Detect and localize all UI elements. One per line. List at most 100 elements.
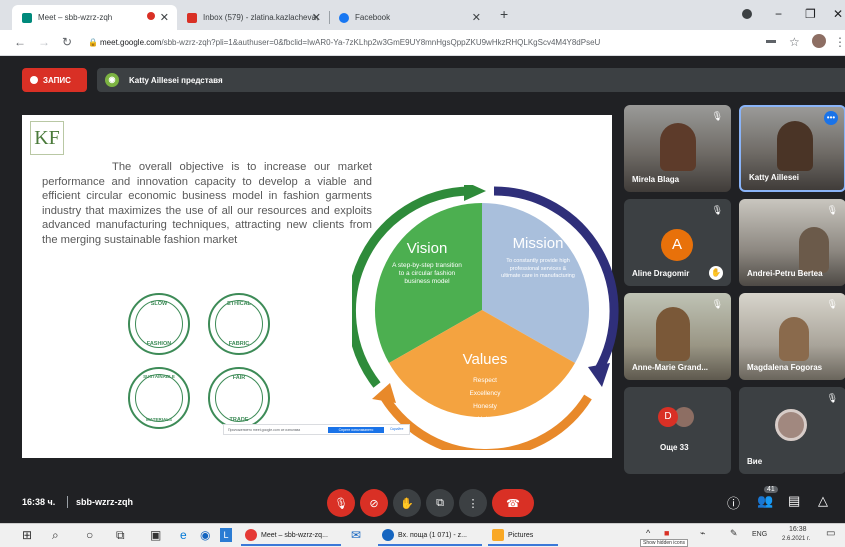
vision-arrowhead bbox=[464, 185, 486, 201]
tab-label: Facebook bbox=[355, 13, 391, 22]
mission-arrowhead bbox=[588, 363, 610, 387]
participant-count-badge: 41 bbox=[764, 486, 778, 493]
presenter-text: Katty Aillesei представя bbox=[129, 75, 223, 85]
tray-app-icon[interactable]: ■ bbox=[664, 528, 669, 538]
network-icon[interactable]: ⌁ bbox=[700, 528, 705, 539]
stop-sharing-button[interactable]: Спрете използването bbox=[328, 427, 384, 433]
tab-facebook[interactable]: Facebook ✕ bbox=[329, 5, 489, 30]
badge-bottom-label: FASHION bbox=[146, 341, 172, 347]
vision-title: Vision bbox=[406, 240, 448, 257]
chat-icon[interactable]: ▤ bbox=[788, 493, 800, 509]
taskbar-app-label: Meet – sbb-wzrz-zq... bbox=[261, 531, 328, 539]
maximize-icon[interactable]: ❐ bbox=[805, 7, 816, 21]
back-icon[interactable]: ← bbox=[14, 35, 26, 49]
recording-button[interactable]: ЗАПИС bbox=[22, 68, 87, 92]
tab-meet[interactable]: Meet – sbb-wzrz-zqh ✕ bbox=[12, 5, 177, 30]
hands-icon bbox=[215, 374, 263, 422]
taskbar-app-mail[interactable]: Вх. поща (1 071) - z... bbox=[378, 526, 482, 546]
taskbar-app-meet[interactable]: Meet – sbb-wzrz-zq... bbox=[241, 526, 341, 546]
leave-call-button[interactable]: ☎ bbox=[492, 489, 534, 517]
reload-icon[interactable]: ↻ bbox=[62, 35, 72, 49]
new-tab-button[interactable]: + bbox=[500, 6, 508, 22]
record-label: ЗАПИС bbox=[43, 75, 71, 85]
hide-notice-link[interactable]: Скрийте bbox=[390, 427, 403, 431]
tab-label: Meet – sbb-wzrz-zqh bbox=[38, 13, 113, 22]
search-icon[interactable]: ⌕ bbox=[52, 528, 59, 543]
self-tile[interactable]: 🎙 Вие bbox=[739, 387, 845, 474]
participant-tile[interactable]: 🎙 Magdalena Fogoras bbox=[739, 293, 845, 380]
tab-inbox[interactable]: Inbox (579) - zlatina.kazlacheva@ ✕ bbox=[177, 5, 330, 30]
language-indicator[interactable]: ENG bbox=[752, 531, 767, 538]
info-icon[interactable]: ⓘ bbox=[727, 493, 740, 512]
more-participants-tile[interactable]: D Още 33 bbox=[624, 387, 731, 474]
menu-icon[interactable]: ⋮ bbox=[834, 35, 845, 49]
forward-icon[interactable]: → bbox=[38, 35, 50, 49]
slide-body-text: The overall objective is to increase our… bbox=[42, 161, 372, 246]
more-participants-label: Още 33 bbox=[660, 443, 689, 452]
participant-tile-speaking[interactable]: ••• Katty Aillesei bbox=[739, 105, 845, 192]
divider bbox=[67, 496, 68, 508]
participant-name: Вие bbox=[747, 457, 763, 466]
badge-top-label: FAIR bbox=[232, 375, 246, 381]
edge-icon[interactable]: e bbox=[180, 528, 187, 542]
start-icon[interactable]: ⊞ bbox=[22, 528, 32, 542]
values-item: Unity bbox=[477, 416, 493, 423]
notifications-icon[interactable]: ▭ bbox=[826, 528, 835, 539]
badge-bottom-label: TRADE bbox=[229, 417, 249, 423]
close-window-icon[interactable]: ✕ bbox=[833, 7, 843, 21]
chrome-icon bbox=[245, 529, 257, 541]
participant-name: Anne-Marie Grand... bbox=[632, 363, 709, 372]
record-dot-icon bbox=[30, 76, 38, 84]
camera-app-icon[interactable]: ▣ bbox=[150, 528, 161, 542]
close-tab-icon[interactable]: ✕ bbox=[160, 11, 169, 24]
mail-icon[interactable]: ✉ bbox=[351, 528, 361, 542]
badge-bottom-label: MATERIALS bbox=[146, 417, 172, 422]
mic-toggle-button[interactable]: 🎙 bbox=[327, 489, 355, 517]
close-tab-icon[interactable]: ✕ bbox=[312, 11, 321, 24]
participant-tile[interactable]: 🎙 Andrei-Petru Bertea bbox=[739, 199, 845, 286]
participant-name: Mirela Blaga bbox=[632, 175, 680, 184]
camera-permission-icon[interactable]: ▬ bbox=[766, 35, 776, 46]
meet-window: ЗАПИС ◉ Katty Aillesei представя KF The … bbox=[0, 56, 845, 523]
pen-icon[interactable]: ✎ bbox=[730, 528, 738, 539]
clock-date[interactable]: 2.6.2021 г. bbox=[782, 536, 810, 542]
badge-top-label: SLOW bbox=[150, 301, 168, 307]
close-tab-icon[interactable]: ✕ bbox=[472, 11, 481, 24]
sustainable-materials-badge: SUSTAINABLE MATERIALS bbox=[128, 367, 190, 429]
tray-tooltip: Show hidden icons bbox=[640, 539, 688, 547]
badge-top-label: SUSTAINABLE bbox=[143, 374, 175, 379]
participant-tile[interactable]: 🎙 Mirela Blaga bbox=[624, 105, 731, 192]
account-avatar[interactable] bbox=[812, 34, 826, 48]
bookmark-star-icon[interactable]: ☆ bbox=[789, 35, 800, 49]
taskbar-app-label: Pictures bbox=[508, 531, 534, 539]
more-options-button[interactable]: ⋮ bbox=[459, 489, 487, 517]
show-hidden-icons[interactable]: ^ bbox=[646, 528, 650, 538]
chrome-icon[interactable]: ◉ bbox=[200, 528, 210, 542]
url-field[interactable]: 🔒 meet.google.com/sbb-wzrz-zqh?pli=1&aut… bbox=[86, 33, 746, 53]
participant-video bbox=[656, 307, 690, 361]
present-screen-icon: ⧉ bbox=[436, 496, 444, 509]
lync-icon[interactable]: L bbox=[220, 528, 232, 542]
facebook-icon bbox=[339, 12, 349, 23]
profile-icon[interactable] bbox=[742, 9, 752, 19]
windows-taskbar: ⊞ ⌕ ○ ⧉ ▣ e ◉ L Meet – sbb-wzrz-zq... ✉ … bbox=[0, 523, 845, 547]
people-icon[interactable]: 👥 bbox=[757, 493, 773, 509]
present-button[interactable]: ⧉ bbox=[426, 489, 454, 517]
url-host: meet.google.com bbox=[100, 38, 162, 47]
taskbar-app-pictures[interactable]: Pictures bbox=[488, 526, 558, 546]
raise-hand-button[interactable]: ✋ bbox=[393, 489, 421, 517]
cortana-icon[interactable]: ○ bbox=[86, 528, 93, 542]
mic-off-icon: 🎙 bbox=[334, 497, 348, 510]
camera-toggle-button[interactable]: ⊘ bbox=[360, 489, 388, 517]
badge-bottom-label: FABRIC bbox=[228, 341, 250, 347]
values-title: Values bbox=[462, 351, 508, 368]
task-view-icon[interactable]: ⧉ bbox=[116, 528, 125, 543]
clock-time[interactable]: 16:38 bbox=[789, 526, 807, 533]
activities-icon[interactable]: △ bbox=[818, 493, 828, 509]
mission-block: Mission To constantly provide high profe… bbox=[500, 235, 576, 281]
participant-video bbox=[660, 123, 696, 171]
participant-tile[interactable]: 🎙 Anne-Marie Grand... bbox=[624, 293, 731, 380]
participant-tile[interactable]: A 🎙 Aline Dragomir ✋ bbox=[624, 199, 731, 286]
minimize-icon[interactable]: − bbox=[775, 7, 782, 21]
mission-title: Mission bbox=[512, 235, 564, 252]
